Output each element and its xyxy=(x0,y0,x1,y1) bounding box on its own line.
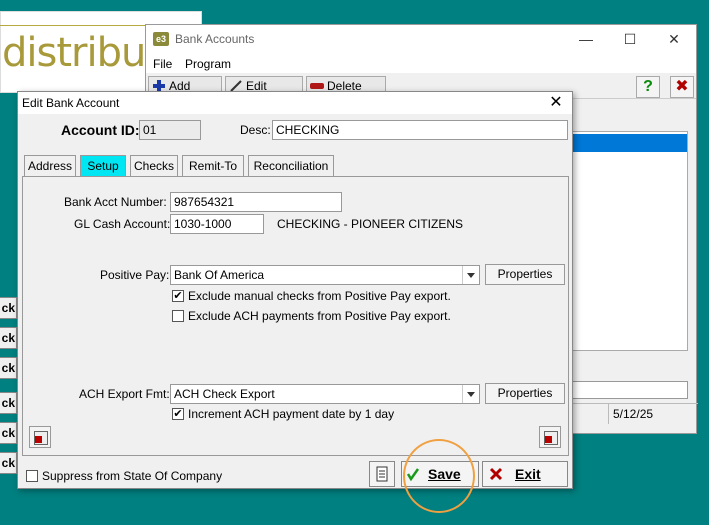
bank-accounts-list[interactable] xyxy=(553,131,688,351)
edit-bank-account-dialog: Edit Bank Account ✕ Account ID: 01 Desc:… xyxy=(17,91,573,489)
side-button-3[interactable]: ck xyxy=(0,357,17,379)
account-id-label: Account ID: xyxy=(61,122,140,138)
ach-export-value: ACH Check Export xyxy=(174,387,275,401)
selected-list-row[interactable] xyxy=(554,134,687,152)
side-button-4[interactable]: ck xyxy=(0,392,17,414)
save-highlight-ring xyxy=(403,439,475,513)
menu-program[interactable]: Program xyxy=(185,57,231,71)
ach-export-select[interactable]: ACH Check Export xyxy=(170,384,480,404)
notes-icon xyxy=(376,466,388,482)
gl-cash-label: GL Cash Account: xyxy=(74,217,171,231)
side-button-1[interactable]: ck xyxy=(0,297,17,319)
bank-accounts-title: Bank Accounts xyxy=(175,32,255,46)
logo-rule xyxy=(0,25,150,26)
positive-pay-value: Bank Of America xyxy=(174,268,265,282)
dialog-titlebar: Edit Bank Account ✕ xyxy=(18,92,572,114)
account-id-field: 01 xyxy=(139,120,201,140)
tab-address[interactable]: Address xyxy=(24,155,76,177)
exclude-manual-checkbox[interactable]: ✔ xyxy=(172,290,184,302)
desc-label: Desc: xyxy=(240,123,271,137)
exclude-ach-checkbox[interactable] xyxy=(172,310,184,322)
red-x-icon xyxy=(489,467,503,481)
tab-reconciliation[interactable]: Reconciliation xyxy=(248,155,334,177)
ach-export-properties-button[interactable]: Properties xyxy=(485,383,565,404)
bank-accounts-titlebar: e3 Bank Accounts — ☐ ✕ xyxy=(146,25,696,53)
close-x-icon[interactable]: ✖ xyxy=(670,76,694,98)
positive-pay-label: Positive Pay: xyxy=(100,268,170,282)
gl-cash-input[interactable]: 1030-1000 xyxy=(170,214,264,234)
dialog-close-icon[interactable]: ✕ xyxy=(546,93,566,113)
minimize-icon[interactable]: — xyxy=(564,27,608,51)
tab-checks[interactable]: Checks xyxy=(130,155,178,177)
side-button-6[interactable]: ck xyxy=(0,452,17,474)
close-window-icon[interactable]: ✕ xyxy=(652,27,696,51)
increment-ach-checkbox[interactable]: ✔ xyxy=(172,408,184,420)
status-divider xyxy=(608,404,609,424)
side-button-2[interactable]: ck xyxy=(0,327,17,349)
tab-remit-to[interactable]: Remit-To xyxy=(182,155,244,177)
bank-status-bar: 5/12/25 xyxy=(553,403,698,424)
desc-input[interactable]: CHECKING xyxy=(272,120,568,140)
prev-record-icon xyxy=(34,431,48,445)
menu-bar: File Program xyxy=(146,53,696,73)
menu-file[interactable]: File xyxy=(153,57,172,71)
exit-button[interactable]: Exit xyxy=(482,461,568,487)
suppress-checkbox[interactable] xyxy=(26,470,38,482)
exclude-ach-label: Exclude ACH payments from Positive Pay e… xyxy=(188,309,451,323)
exclude-manual-label: Exclude manual checks from Positive Pay … xyxy=(188,289,451,303)
bank-acct-input[interactable]: 987654321 xyxy=(170,192,342,212)
ach-export-label: ACH Export Fmt: xyxy=(79,387,170,401)
gl-cash-description: CHECKING - PIONEER CITIZENS xyxy=(277,217,464,231)
notes-button[interactable] xyxy=(369,461,395,487)
maximize-icon[interactable]: ☐ xyxy=(608,27,652,51)
prev-record-button[interactable] xyxy=(29,426,51,448)
chevron-down-icon[interactable] xyxy=(462,385,479,403)
chevron-down-icon[interactable] xyxy=(462,266,479,284)
exit-label: Exit xyxy=(515,466,541,482)
next-record-button[interactable] xyxy=(539,426,561,448)
app-icon: e3 xyxy=(153,32,169,46)
positive-pay-select[interactable]: Bank Of America xyxy=(170,265,480,285)
help-icon[interactable]: ? xyxy=(636,76,660,98)
increment-ach-label: Increment ACH payment date by 1 day xyxy=(188,407,395,421)
bank-acct-label: Bank Acct Number: xyxy=(64,195,167,209)
next-record-icon xyxy=(544,431,558,445)
status-date: 5/12/25 xyxy=(613,407,654,421)
bank-window-field[interactable] xyxy=(553,381,688,399)
side-button-5[interactable]: ck xyxy=(0,422,17,444)
dialog-title: Edit Bank Account xyxy=(22,96,120,110)
positive-pay-properties-button[interactable]: Properties xyxy=(485,264,565,285)
suppress-label: Suppress from State Of Company xyxy=(42,469,223,483)
tab-setup[interactable]: Setup xyxy=(80,155,126,177)
